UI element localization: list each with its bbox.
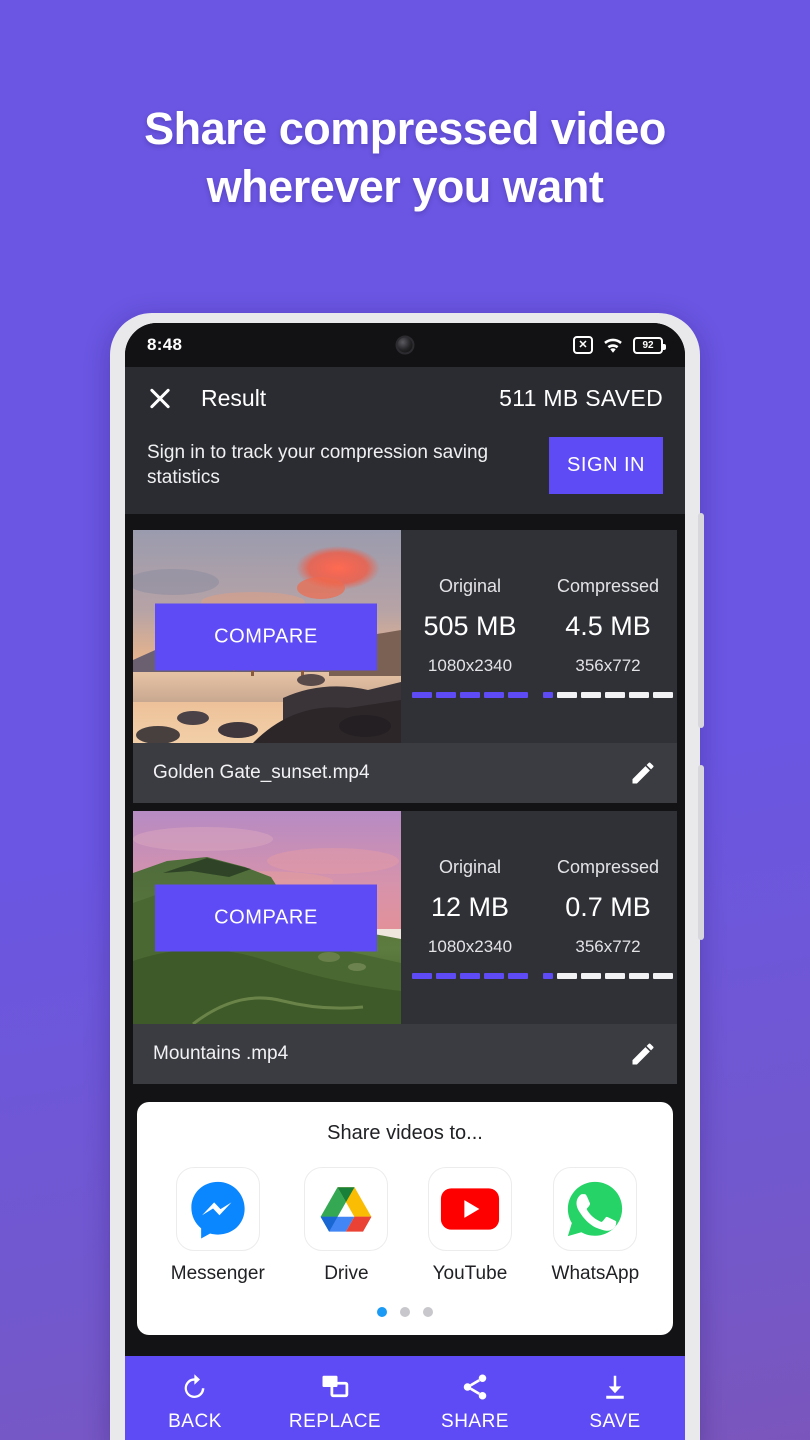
compressed-size: 4.5 MB: [565, 610, 651, 641]
close-icon[interactable]: [147, 385, 173, 411]
original-size-bar: [412, 691, 528, 698]
compare-button[interactable]: COMPARE: [155, 603, 377, 670]
result-filename: Mountains .mp4: [153, 1043, 289, 1064]
compare-button[interactable]: COMPARE: [155, 884, 377, 951]
page-dot-3[interactable]: [423, 1307, 433, 1317]
page-dot-1[interactable]: [377, 1307, 387, 1317]
compressed-label: Compressed: [556, 575, 660, 596]
result-filename-row: Golden Gate_sunset.mp4: [133, 743, 677, 803]
status-bar: 8:48 ✕ 92: [125, 323, 685, 367]
pencil-icon[interactable]: [629, 759, 657, 787]
share-label: SHARE: [441, 1410, 509, 1432]
wifi-icon: [602, 337, 624, 354]
share-target-whatsapp[interactable]: WhatsApp: [551, 1167, 640, 1285]
bottom-action-bar: BACK REPLACE SHARE SAVE: [125, 1356, 685, 1440]
promo-headline-line1: Share compressed video: [144, 103, 666, 154]
original-size-bar: [412, 972, 528, 979]
original-label: Original: [438, 575, 502, 596]
compressed-size-bar: [543, 691, 673, 698]
promo-headline: Share compressed video wherever you want: [0, 100, 810, 215]
replace-icon: [320, 1372, 350, 1402]
result-card-top: COMPARE Original 12 MB 1080x2340 Compres…: [133, 811, 677, 1024]
mountains-thumbnail[interactable]: COMPARE: [133, 811, 401, 1024]
results-list: COMPARE Original 505 MB 1080x2340 Compre…: [125, 514, 685, 1357]
save-button[interactable]: SAVE: [545, 1372, 685, 1433]
undo-icon: [180, 1372, 210, 1402]
promo-headline-line2: wherever you want: [206, 160, 604, 212]
list-bottom-spacer: [125, 1335, 685, 1357]
result-filename: Golden Gate_sunset.mp4: [153, 762, 370, 783]
share-target-label: YouTube: [432, 1263, 508, 1284]
share-sheet-page-dots: [137, 1307, 673, 1317]
share-target-messenger[interactable]: Messenger: [171, 1167, 265, 1285]
youtube-icon: [427, 1167, 512, 1251]
no-sim-icon: ✕: [573, 336, 593, 354]
share-button[interactable]: SHARE: [405, 1372, 545, 1433]
result-card: COMPARE Original 505 MB 1080x2340 Compre…: [133, 530, 677, 803]
result-filename-row: Mountains .mp4: [133, 1024, 677, 1084]
sign-in-button[interactable]: SIGN IN: [549, 437, 663, 494]
replace-label: REPLACE: [288, 1410, 382, 1432]
total-saved-label: 511 MB SAVED: [499, 384, 663, 411]
save-label: SAVE: [589, 1410, 641, 1432]
sign-in-banner: Sign in to track your compression saving…: [125, 429, 685, 514]
power-button[interactable]: [698, 765, 704, 940]
battery-level-label: 92: [642, 339, 654, 351]
phone-mockup: 8:48 ✕ 92 Result 511 MB SAVED Sign in to…: [110, 313, 704, 1440]
page-title: Result: [201, 384, 267, 411]
app-bar: Result 511 MB SAVED: [125, 367, 685, 429]
original-dimensions: 1080x2340: [427, 655, 513, 675]
original-size: 12 MB: [430, 891, 510, 922]
share-target-label: Drive: [324, 1263, 369, 1284]
compressed-stats: Compressed 0.7 MB 356x772: [539, 811, 677, 1024]
share-target-drive[interactable]: Drive: [304, 1167, 389, 1285]
share-sheet: Share videos to... Messenger Drive YouTu…: [137, 1102, 673, 1335]
compressed-dimensions: 356x772: [575, 936, 641, 956]
google-drive-icon: [304, 1167, 389, 1251]
original-label: Original: [438, 856, 502, 877]
compressed-label: Compressed: [556, 856, 660, 877]
share-target-youtube[interactable]: YouTube: [427, 1167, 512, 1285]
compressed-size-bar: [543, 972, 673, 979]
golden-gate-sunset-thumbnail[interactable]: COMPARE: [133, 530, 401, 743]
share-icon: [460, 1372, 490, 1402]
original-stats: Original 505 MB 1080x2340: [401, 530, 539, 743]
phone-screen: 8:48 ✕ 92 Result 511 MB SAVED Sign in to…: [125, 323, 685, 1440]
status-icons: ✕ 92: [573, 336, 666, 354]
result-card-top: COMPARE Original 505 MB 1080x2340 Compre…: [133, 530, 677, 743]
original-size: 505 MB: [423, 610, 517, 641]
original-stats: Original 12 MB 1080x2340: [401, 811, 539, 1024]
whatsapp-icon: [553, 1167, 638, 1251]
share-sheet-title: Share videos to...: [327, 1122, 483, 1144]
result-stats: Original 505 MB 1080x2340 Compressed 4.5…: [401, 530, 677, 743]
sign-in-message: Sign in to track your compression saving…: [147, 441, 489, 488]
battery-icon: 92: [633, 336, 666, 354]
back-label: BACK: [168, 1410, 222, 1432]
compressed-dimensions: 356x772: [575, 655, 641, 675]
result-stats: Original 12 MB 1080x2340 Compressed 0.7 …: [401, 811, 677, 1024]
back-button[interactable]: BACK: [125, 1372, 265, 1433]
share-app-list: Messenger Drive YouTube WhatsApp: [137, 1167, 673, 1285]
original-dimensions: 1080x2340: [427, 936, 513, 956]
compressed-stats: Compressed 4.5 MB 356x772: [539, 530, 677, 743]
share-target-label: Messenger: [170, 1263, 265, 1284]
status-time: 8:48: [147, 335, 183, 354]
pencil-icon[interactable]: [629, 1040, 657, 1068]
result-card: COMPARE Original 12 MB 1080x2340 Compres…: [133, 811, 677, 1084]
compressed-size: 0.7 MB: [565, 891, 651, 922]
share-target-label: WhatsApp: [551, 1263, 640, 1284]
messenger-icon: [175, 1167, 260, 1251]
front-camera-punch-hole: [395, 335, 415, 355]
volume-button[interactable]: [698, 513, 704, 728]
replace-button[interactable]: REPLACE: [265, 1372, 405, 1433]
download-icon: [600, 1372, 630, 1402]
page-dot-2[interactable]: [400, 1307, 410, 1317]
